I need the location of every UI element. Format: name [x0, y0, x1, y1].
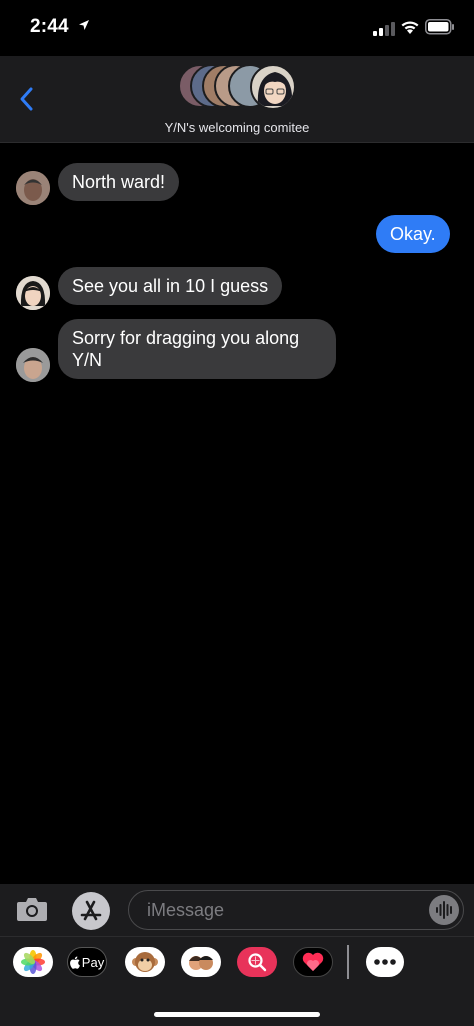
group-avatar-stack[interactable]	[178, 64, 298, 112]
sender-avatar[interactable]	[16, 171, 50, 205]
cell-signal-icon	[373, 22, 395, 36]
status-time: 2:44	[30, 16, 69, 37]
group-member-avatar	[250, 64, 296, 110]
animoji-monkey-icon[interactable]	[125, 947, 165, 977]
sender-avatar[interactable]	[16, 348, 50, 382]
chevron-left-icon[interactable]	[16, 84, 38, 114]
message-input-placeholder: iMessage	[147, 900, 225, 920]
photos-icon[interactable]	[13, 947, 53, 977]
message-list: North ward! Okay. See you all in 10 I gu…	[0, 142, 474, 884]
memoji-stickers-icon[interactable]	[181, 947, 221, 977]
drawer-divider	[347, 945, 349, 979]
home-indicator[interactable]	[154, 1012, 320, 1017]
sender-avatar[interactable]	[16, 276, 50, 310]
conversation-header: Y/N's welcoming comitee	[0, 56, 474, 143]
message-input[interactable]: iMessage	[128, 890, 464, 930]
apple-pay-label: Pay	[81, 954, 105, 970]
wifi-icon	[401, 21, 419, 34]
audio-waveform-icon[interactable]	[429, 895, 459, 925]
group-name[interactable]: Y/N's welcoming comitee	[0, 120, 474, 135]
message-bubble-outgoing[interactable]: Okay.	[376, 215, 450, 253]
camera-icon[interactable]	[16, 896, 48, 922]
apple-logo-icon	[69, 956, 80, 969]
apple-pay-button[interactable]: Pay	[67, 947, 107, 977]
battery-icon	[425, 19, 454, 35]
compose-bar: iMessage	[0, 884, 474, 936]
digital-touch-heart-icon[interactable]	[293, 947, 333, 977]
message-bubble-incoming[interactable]: Sorry for dragging you along Y/N	[58, 319, 336, 379]
more-apps-icon[interactable]	[366, 947, 404, 977]
status-bar: 2:44	[0, 0, 474, 56]
message-bubble-incoming[interactable]: North ward!	[58, 163, 180, 201]
web-images-search-icon[interactable]	[237, 947, 277, 977]
app-store-icon[interactable]	[72, 892, 110, 930]
location-arrow-icon	[79, 20, 89, 30]
message-bubble-incoming[interactable]: See you all in 10 I guess	[58, 267, 283, 305]
